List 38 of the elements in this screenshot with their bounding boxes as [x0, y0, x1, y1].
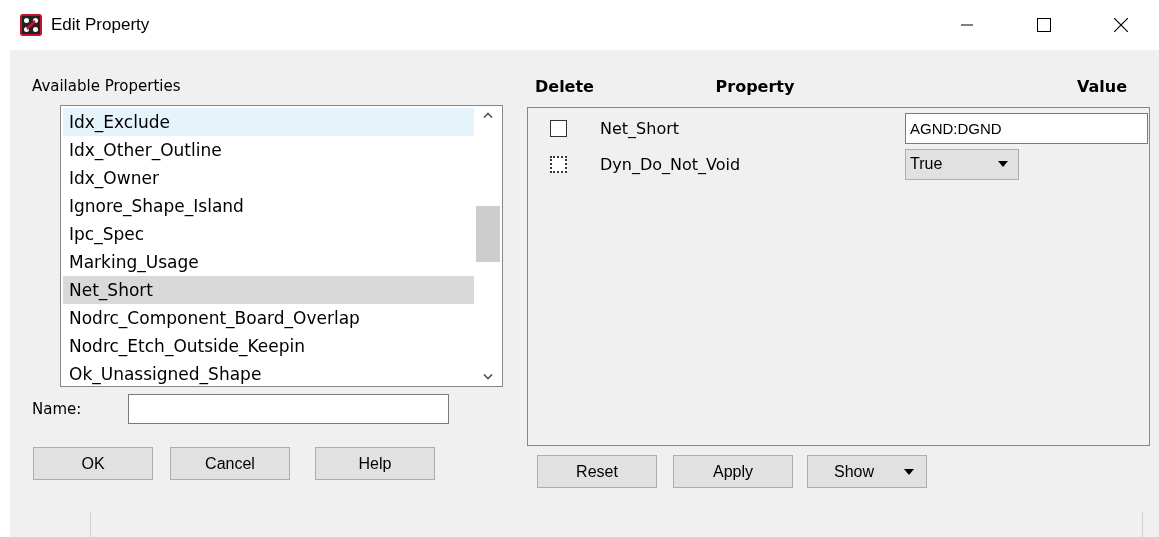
name-input[interactable] [128, 394, 449, 424]
app-logo-icon [20, 14, 42, 36]
maximize-icon[interactable] [1036, 18, 1051, 32]
list-item[interactable]: Ignore_Shape_Island [63, 192, 474, 220]
column-header: Property [714, 77, 796, 96]
scroll-down-icon[interactable] [483, 374, 493, 380]
list-item[interactable]: Idx_Owner [63, 164, 474, 192]
scrollbar-thumb[interactable] [476, 206, 500, 262]
delete-checkbox[interactable] [550, 155, 567, 173]
dialog-button[interactable]: OK [33, 447, 153, 480]
close-icon[interactable] [1113, 18, 1128, 32]
action-button[interactable]: Apply [673, 455, 793, 488]
show-menu-button[interactable]: Show [807, 455, 927, 488]
delete-checkbox[interactable] [550, 119, 567, 137]
list-item[interactable]: Idx_Other_Outline [63, 136, 474, 164]
caret-icon [904, 468, 914, 475]
action-button[interactable]: Reset [537, 455, 657, 488]
column-header: Delete [534, 77, 595, 96]
list-item[interactable]: Idx_Exclude [63, 108, 474, 136]
property-name: Net_Short [600, 118, 681, 138]
list-item[interactable]: Marking_Usage [63, 248, 474, 276]
list-item[interactable]: Ipc_Spec [63, 220, 474, 248]
window-title: Edit Property [51, 15, 150, 35]
value-field[interactable]: AGND:DGND [905, 112, 1148, 144]
scroll-up-icon[interactable] [483, 112, 493, 118]
column-header: Value [1076, 77, 1128, 96]
dialog-button[interactable]: Cancel [170, 447, 290, 480]
list-item[interactable]: Net_Short [63, 276, 474, 304]
minimize-icon[interactable] [960, 24, 973, 26]
list-item[interactable]: Ok_Unassigned_Shape [63, 360, 474, 388]
dialog-button[interactable]: Help [315, 447, 435, 480]
list-label: Available Properties [32, 77, 182, 95]
caret-icon [998, 161, 1008, 167]
name-label: Name: [32, 400, 83, 418]
list-item[interactable]: Nodrc_Etch_Outside_Keepin [63, 332, 474, 360]
property-name: Dyn_Do_Not_Void [600, 154, 742, 174]
list-item[interactable]: Nodrc_Component_Board_Overlap [63, 304, 474, 332]
value-dropdown[interactable]: True [905, 148, 1019, 180]
